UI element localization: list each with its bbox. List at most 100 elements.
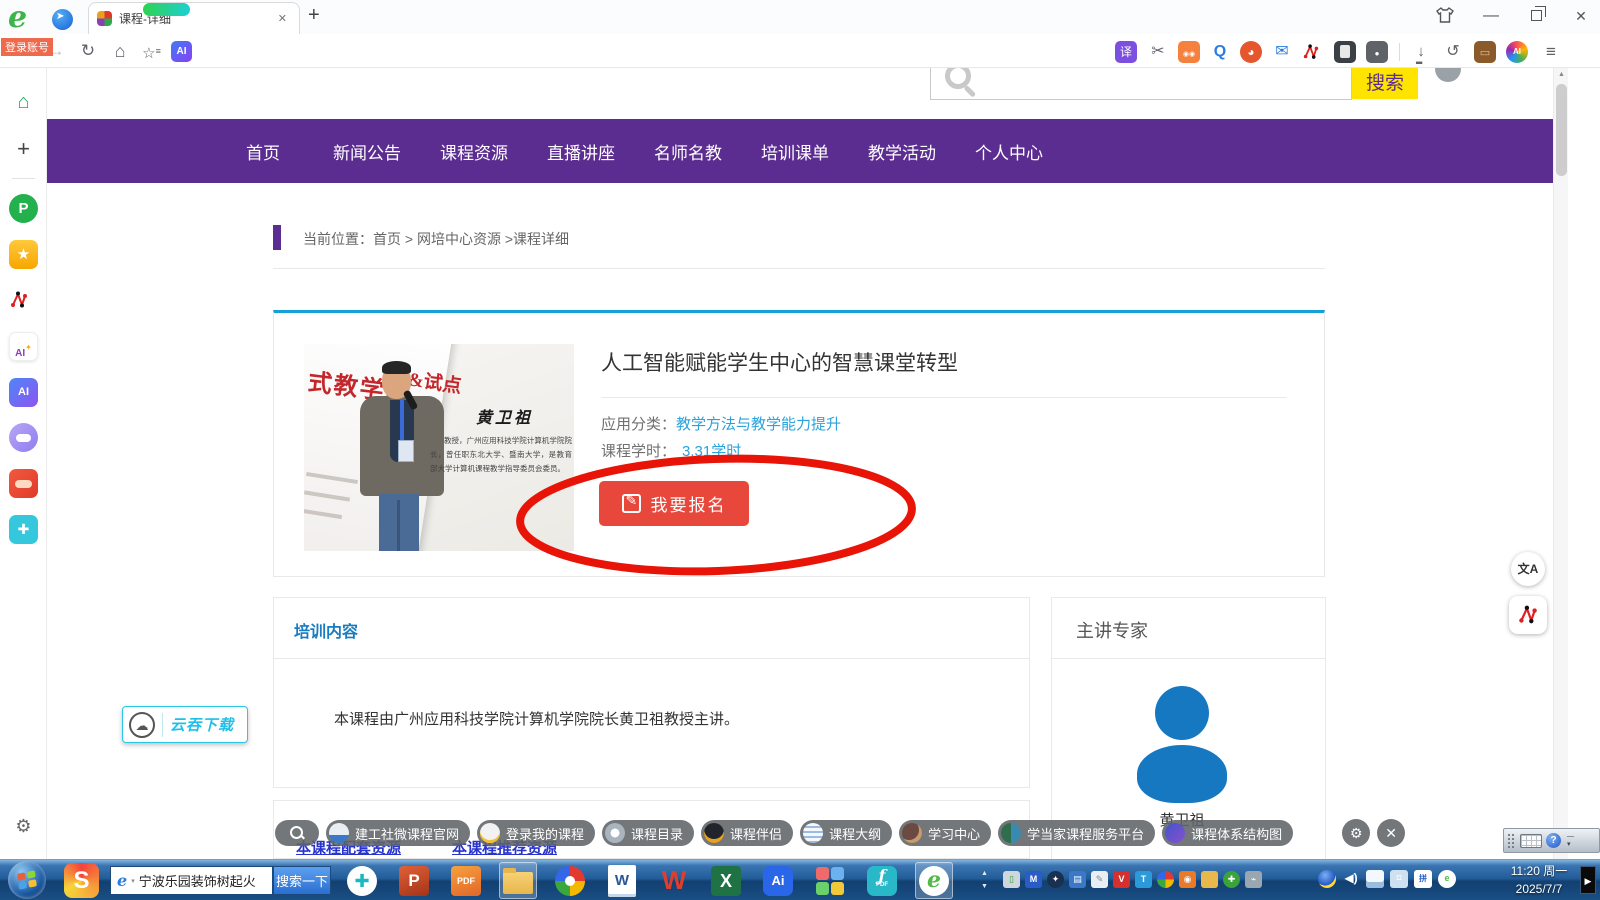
doc-tray-icon[interactable]: ▤ (1069, 871, 1086, 888)
camera-tray-icon[interactable]: ◉ (1179, 871, 1196, 888)
sogou-taskbar-icon[interactable]: S (64, 863, 99, 898)
browser-logo-icon[interactable]: e (8, 0, 27, 35)
page-scrollbar[interactable]: ▲ ▼ (1553, 68, 1568, 859)
sidebar-robot-icon[interactable] (9, 423, 38, 452)
hours-value[interactable]: 3.31学时 (682, 443, 741, 460)
sidebar-ai-ring-icon[interactable]: AI (9, 332, 38, 361)
search-extension-icon[interactable]: Q (1209, 41, 1231, 63)
t-app-tray-icon[interactable]: T (1135, 871, 1152, 888)
dock-item-official-site[interactable]: 建工社微课程官网 (326, 820, 470, 846)
sidebar-add-icon[interactable]: + (9, 134, 38, 163)
site-search-input[interactable] (930, 68, 1352, 100)
foxit-pdf-icon[interactable]: ƒPDF (863, 862, 901, 899)
color-tiles-icon[interactable] (811, 862, 849, 899)
new-tab-button[interactable]: + (308, 4, 320, 27)
tab-close-icon[interactable]: ✕ (274, 10, 291, 27)
sidebar-molecule-icon[interactable] (9, 286, 38, 315)
dock-item-structure-map[interactable]: 课程体系结构图 (1162, 820, 1293, 846)
tax-app-icon[interactable]: ✚ (343, 862, 381, 899)
ai-app-icon[interactable]: Ai (759, 862, 797, 899)
sidebar-ai-square-icon[interactable]: AI (9, 378, 38, 407)
molecule-float-button[interactable] (1509, 596, 1547, 634)
ime-language-bar[interactable]: ? —▾ (1503, 828, 1600, 853)
browser-360-icon[interactable]: e (915, 862, 953, 899)
nav-item-personal-center[interactable]: 个人中心 (975, 139, 1043, 164)
dock-item-service-platform[interactable]: 学当家课程服务平台 (998, 820, 1155, 846)
folder-tray-icon[interactable] (1201, 871, 1218, 888)
pinwheel-browser-icon[interactable] (551, 862, 589, 899)
breadcrumb[interactable]: 当前位置：首页 > 网培中心资源 >课程详细 (303, 229, 569, 249)
dock-close-icon[interactable]: ✕ (1377, 819, 1405, 847)
ime-minimize-icon[interactable]: —▾ (1567, 833, 1574, 849)
brush-tray-icon[interactable]: ✎ (1091, 871, 1108, 888)
notebook-extension-icon[interactable] (1334, 41, 1356, 63)
cloud-download-widget[interactable]: ☁ 云吞下载 (122, 706, 248, 743)
word-doc-icon[interactable]: W (603, 862, 641, 899)
sidebar-gamepad-icon[interactable] (9, 469, 38, 498)
volume-icon[interactable]: ◀) (1342, 870, 1360, 888)
game-extension-icon[interactable] (1178, 41, 1200, 63)
sidebar-settings-gear-icon[interactable]: ⚙ (9, 812, 38, 841)
file-explorer-icon[interactable] (499, 862, 537, 899)
shield-tray-icon[interactable]: ✚ (1223, 871, 1240, 888)
ime-tray-icon[interactable]: 拼 (1414, 870, 1432, 888)
translate-extension-icon[interactable]: 译 (1115, 41, 1137, 63)
taskbar-search-text[interactable]: 宁波乐园装饰树起火 (139, 871, 256, 890)
dock-item-learning-center[interactable]: 学习中心 (899, 820, 991, 846)
tray-scroll-arrows[interactable]: ▲▼ (978, 867, 991, 894)
sidebar-favorites-icon[interactable]: ★ (9, 240, 38, 269)
dock-item-course-outline[interactable]: 课程大纲 (800, 820, 892, 846)
e-tray-icon[interactable]: e (1438, 870, 1456, 888)
nav-item-home[interactable]: 首页 (246, 139, 280, 164)
network-icon[interactable]: ⌑ (1390, 870, 1408, 888)
theme-shirt-icon[interactable] (1428, 0, 1462, 32)
ime-grip-icon[interactable] (1507, 833, 1516, 848)
nav-item-teachers[interactable]: 名师名教 (654, 139, 722, 164)
plug-tray-icon[interactable]: ⌁ (1245, 871, 1262, 888)
dock-search-icon[interactable] (275, 820, 319, 846)
ball-tray-icon[interactable] (1318, 870, 1336, 888)
ai-assistant-icon[interactable]: AI (171, 41, 192, 62)
share-molecule-icon[interactable] (1302, 41, 1324, 63)
scrollbar-thumb[interactable] (1556, 84, 1567, 176)
dock-item-course-catalog[interactable]: 课程目录 (602, 820, 694, 846)
usb-tray-icon[interactable]: ▯ (1003, 871, 1020, 888)
browser-tab[interactable]: 课程-详细 ✕ (88, 2, 300, 34)
site-search-button[interactable]: 搜索 (1352, 68, 1418, 99)
excel-icon[interactable]: X (707, 862, 745, 899)
nav-item-training-list[interactable]: 培训课单 (761, 139, 829, 164)
dock-item-course-companion[interactable]: 课程伴侣 (701, 820, 793, 846)
mail-extension-icon[interactable]: ✉ (1271, 41, 1293, 63)
sidebar-health-icon[interactable]: ✚ (9, 515, 38, 544)
screenshot-scissors-icon[interactable]: ✂ (1147, 41, 1169, 63)
taskbar-clock[interactable]: 11:20 周一 2025/7/7 (1498, 862, 1580, 898)
menu-icon[interactable]: ≡ (1540, 41, 1562, 63)
translate-float-button[interactable]: 文A (1511, 552, 1545, 586)
login-account-badge[interactable]: 登录账号 (1, 38, 53, 56)
nav-item-activities[interactable]: 教学活动 (868, 139, 936, 164)
show-desktop-button[interactable]: ▶ (1580, 866, 1596, 894)
browser-tray-icon[interactable] (1157, 871, 1174, 888)
nav-item-news[interactable]: 新闻公告 (333, 139, 401, 164)
weibo-extension-icon[interactable] (1240, 41, 1262, 63)
wps-icon[interactable]: W (655, 862, 693, 899)
sidebar-pin-icon[interactable]: P (9, 194, 38, 223)
pdf-app-icon[interactable]: PDF (447, 862, 485, 899)
start-button[interactable] (8, 861, 46, 899)
home-icon[interactable]: ⌂ (108, 39, 132, 63)
ai-circle-icon[interactable]: AI (1506, 41, 1528, 63)
close-button[interactable]: ✕ (1564, 0, 1598, 32)
powerpoint-icon[interactable]: P (395, 862, 433, 899)
download-icon[interactable]: ↓ (1410, 41, 1432, 63)
send-icon[interactable] (52, 9, 73, 30)
keyboard-icon[interactable] (1520, 834, 1542, 848)
extensions-puzzle-icon[interactable] (1366, 41, 1388, 63)
nav-item-live[interactable]: 直播讲座 (547, 139, 615, 164)
dock-settings-gear-icon[interactable]: ⚙ (1342, 819, 1370, 847)
taskbar-search-box[interactable]: e ▾ 宁波乐园装饰树起火 (110, 866, 273, 895)
minimize-button[interactable]: — (1474, 0, 1508, 32)
category-link[interactable]: 教学方法与教学能力提升 (676, 416, 841, 433)
scroll-up-icon[interactable]: ▲ (1554, 68, 1569, 82)
dock-item-my-courses[interactable]: 登录我的课程 (477, 820, 595, 846)
sidebar-home-icon[interactable]: ⌂ (9, 88, 38, 117)
